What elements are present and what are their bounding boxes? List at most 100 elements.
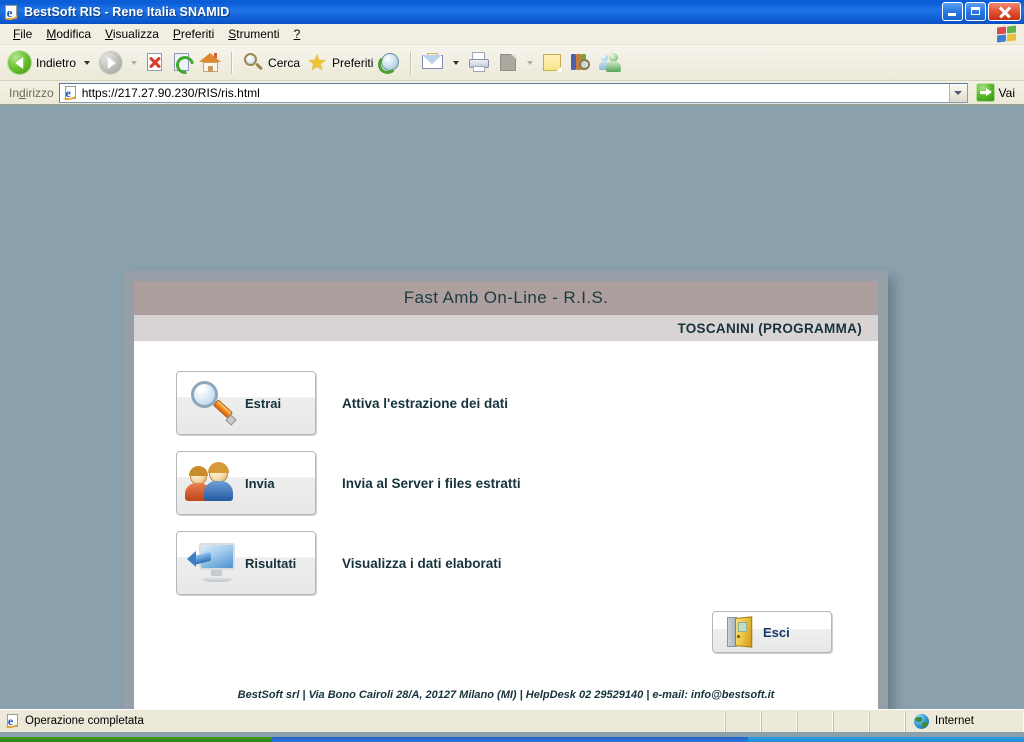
print-button[interactable] xyxy=(464,48,494,78)
esci-button[interactable]: Esci xyxy=(712,611,832,653)
security-zone-label: Internet xyxy=(935,715,974,727)
menu-item-help[interactable]: ? xyxy=(287,25,308,43)
research-button[interactable] xyxy=(566,48,596,78)
invia-button-label: Invia xyxy=(245,475,275,491)
edit-dropdown-caret-icon xyxy=(527,60,534,65)
back-arrow-icon xyxy=(7,50,32,75)
exit-door-icon xyxy=(727,616,753,648)
menu-item-visualizza[interactable]: Visualizza xyxy=(98,25,166,43)
home-icon xyxy=(199,52,222,73)
favorites-button-label: Preferiti xyxy=(332,55,374,70)
messenger-people-icon xyxy=(599,52,623,73)
address-dropdown-button[interactable] xyxy=(948,83,967,102)
note-icon xyxy=(541,52,563,73)
estrai-button[interactable]: Estrai xyxy=(176,371,316,435)
menu-item-strumenti[interactable]: Strumenti xyxy=(221,25,286,43)
action-row-invia: Invia Invia al Server i files estratti xyxy=(176,451,521,515)
system-tray-strip xyxy=(748,737,1024,742)
address-input[interactable]: e https://217.27.90.230/RIS/ris.html xyxy=(58,82,968,103)
window-titlebar[interactable]: e BestSoft RIS - Rene Italia SNAMID xyxy=(0,0,1024,24)
chevron-down-icon xyxy=(954,90,963,95)
action-row-estrai: Estrai Attiva l'estrazione dei dati xyxy=(176,371,508,435)
ie-document-icon: e xyxy=(3,4,19,22)
menu-item-label: odifica xyxy=(56,27,92,41)
menu-item-file[interactable]: File xyxy=(6,25,39,43)
mail-button[interactable] xyxy=(418,48,448,78)
status-panel-3 xyxy=(797,710,833,732)
menubar: File Modifica Visualizza Preferiti Strum… xyxy=(0,24,1024,45)
invia-button[interactable]: Invia xyxy=(176,451,316,515)
estrai-button-label: Estrai xyxy=(245,395,282,411)
menu-accel: P xyxy=(172,27,181,41)
windows-flag-icon xyxy=(996,25,1018,44)
address-url-text: https://217.27.90.230/RIS/ris.html xyxy=(81,85,260,100)
mail-dropdown-caret-icon[interactable] xyxy=(453,60,460,65)
edit-button[interactable] xyxy=(494,48,522,78)
current-user-label: TOSCANINI (PROGRAMMA) xyxy=(677,320,862,336)
menu-item-label: ile xyxy=(20,27,33,41)
app-subheader: TOSCANINI (PROGRAMMA) xyxy=(134,315,878,341)
menu-item-label: isualizza xyxy=(112,27,159,41)
forward-button[interactable] xyxy=(95,48,126,78)
status-ie-icon: e xyxy=(4,713,20,730)
status-bar: e Operazione completata Internet xyxy=(0,709,1024,732)
status-panel-2 xyxy=(761,710,797,732)
application-panel: Fast Amb On-Line - R.I.S. TOSCANINI (PRO… xyxy=(124,271,888,709)
status-message-panel: e Operazione completata xyxy=(0,710,725,732)
start-button-strip[interactable] xyxy=(0,737,272,742)
status-panel-4 xyxy=(833,710,869,732)
back-dropdown-caret-icon[interactable] xyxy=(84,60,91,65)
close-button[interactable] xyxy=(988,2,1021,21)
forward-arrow-icon xyxy=(98,50,124,75)
address-bar: Indirizzo e https://217.27.90.230/RIS/ri… xyxy=(0,81,1024,105)
maximize-button[interactable] xyxy=(965,2,986,21)
toolbar-separator xyxy=(410,51,413,74)
back-button-label: Indietro xyxy=(36,55,77,70)
messenger-button[interactable] xyxy=(596,48,626,78)
menu-item-preferiti[interactable]: Preferiti xyxy=(166,25,221,43)
back-button[interactable]: Indietro xyxy=(4,48,79,78)
app-footer: BestSoft srl | Via Bono Cairoli 28/A, 20… xyxy=(134,689,878,701)
forward-dropdown-caret-icon xyxy=(131,60,138,65)
go-arrow-icon xyxy=(975,83,995,102)
estrai-description: Attiva l'estrazione dei dati xyxy=(342,395,509,411)
address-bar-label: Indirizzo xyxy=(3,86,59,100)
risultati-button[interactable]: Risultati xyxy=(176,531,316,595)
mail-icon xyxy=(421,52,445,73)
taskbar-strip xyxy=(0,737,1024,742)
minimize-button[interactable] xyxy=(942,2,963,21)
application-frame: Fast Amb On-Line - R.I.S. TOSCANINI (PRO… xyxy=(134,281,878,709)
go-button[interactable]: Vai xyxy=(974,83,1021,102)
books-search-icon xyxy=(569,52,593,73)
window-title: BestSoft RIS - Rene Italia SNAMID xyxy=(24,5,230,19)
stop-button[interactable] xyxy=(142,48,169,78)
discuss-button[interactable] xyxy=(538,48,566,78)
search-button[interactable]: Cerca xyxy=(239,48,303,78)
home-button[interactable] xyxy=(196,48,225,78)
menu-item-modifica[interactable]: Modifica xyxy=(39,25,98,43)
esci-button-label: Esci xyxy=(763,624,790,640)
invia-description: Invia al Server i files estratti xyxy=(342,475,521,491)
window-controls xyxy=(942,2,1021,21)
status-panel-5 xyxy=(869,710,905,732)
refresh-button[interactable] xyxy=(169,48,198,78)
address-label-post: irizzo xyxy=(25,85,54,100)
printer-icon xyxy=(467,52,491,73)
page-canvas: Fast Amb On-Line - R.I.S. TOSCANINI (PRO… xyxy=(0,105,1024,709)
stop-icon xyxy=(145,52,166,73)
menu-accel: V xyxy=(105,27,113,41)
address-label-pre: In xyxy=(9,85,20,100)
security-zone-panel[interactable]: Internet xyxy=(905,710,1024,732)
go-button-label: Vai xyxy=(998,85,1015,100)
favorites-button[interactable]: ★ Preferiti xyxy=(303,48,376,78)
search-icon xyxy=(242,52,264,73)
status-panel-1 xyxy=(725,710,761,732)
app-footer-text: BestSoft srl | Via Bono Cairoli 28/A, 20… xyxy=(237,689,775,701)
search-button-label: Cerca xyxy=(268,55,301,70)
page-favicon-icon: e xyxy=(62,85,78,101)
status-message: Operazione completata xyxy=(25,715,144,727)
refresh-icon xyxy=(172,52,198,78)
app-content: Estrai Attiva l'estrazione dei dati Invi… xyxy=(134,341,878,709)
two-people-icon xyxy=(185,458,239,508)
history-button[interactable] xyxy=(376,48,404,78)
